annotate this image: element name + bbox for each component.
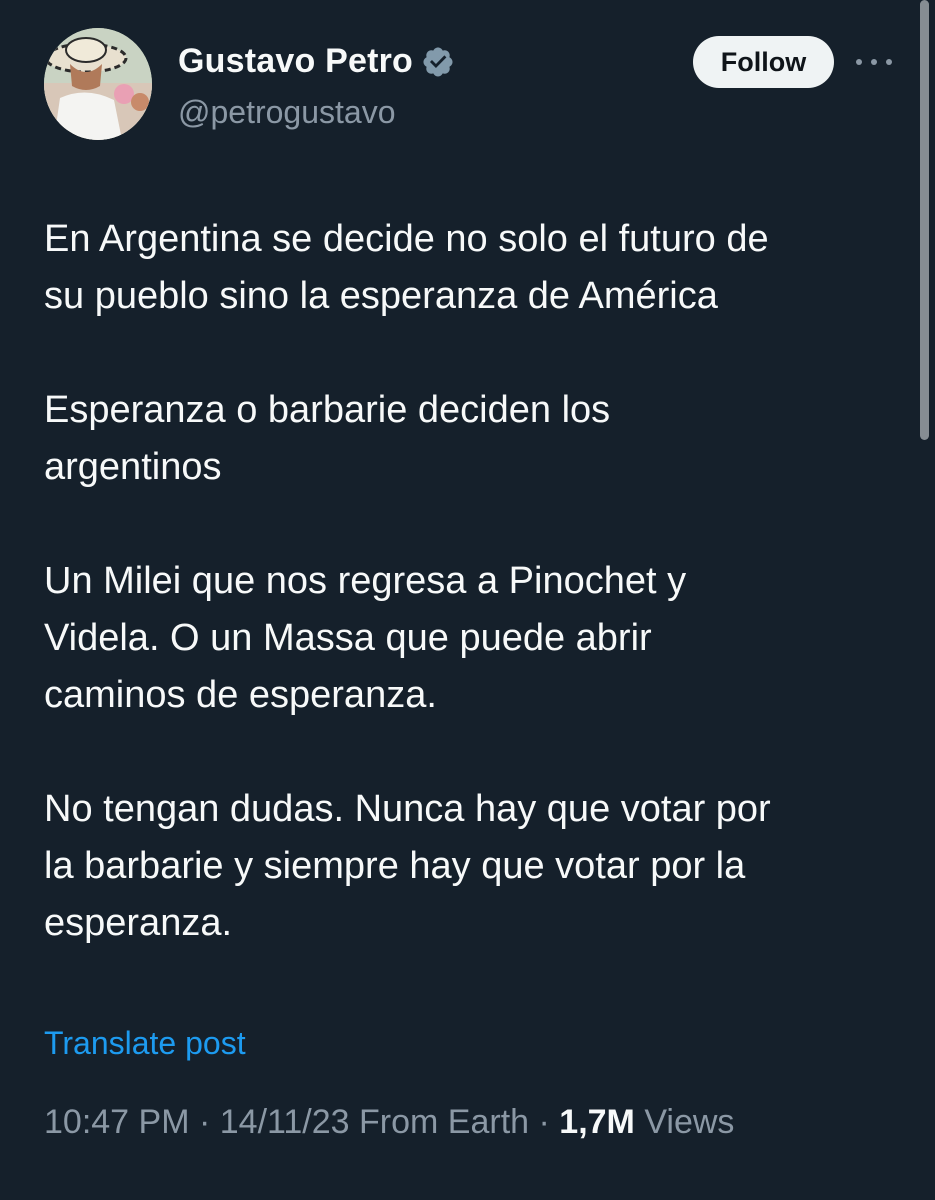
tweet-paragraph: Un Milei que nos regresa a Pinochet y Vi…	[44, 560, 687, 716]
views-label: Views	[644, 1103, 735, 1141]
more-options-icon[interactable]	[856, 46, 892, 78]
author-name-row: Gustavo Petro	[178, 42, 455, 81]
tweet-metadata: 10:47 PM · 14/11/23 From Earth · 1,7M Vi…	[44, 1103, 734, 1142]
translate-post-link[interactable]: Translate post	[44, 1025, 246, 1062]
tweet-paragraph: Esperanza o barbarie deciden los argenti…	[44, 389, 611, 488]
follow-button[interactable]: Follow	[693, 36, 834, 88]
views-count: 1,7M	[559, 1103, 635, 1141]
tweet-paragraph: No tengan dudas. Nunca hay que votar por…	[44, 788, 771, 944]
more-dot	[871, 59, 877, 65]
scrollbar[interactable]	[920, 0, 929, 440]
more-dot	[886, 59, 892, 65]
tweet-date[interactable]: 14/11/23	[220, 1103, 350, 1141]
tweet-time[interactable]: 10:47 PM	[44, 1103, 190, 1141]
tweet-paragraph: En Argentina se decide no solo el futuro…	[44, 218, 769, 317]
author-display-name[interactable]: Gustavo Petro	[178, 42, 413, 81]
avatar[interactable]	[44, 28, 152, 140]
author-handle[interactable]: @petrogustavo	[178, 94, 396, 131]
meta-separator: ·	[189, 1103, 220, 1141]
tweet-source: From Earth	[359, 1103, 530, 1141]
avatar-image	[44, 28, 152, 140]
more-dot	[856, 59, 862, 65]
verified-badge-icon	[421, 45, 455, 79]
tweet-text: En Argentina se decide no solo el futuro…	[44, 211, 904, 1009]
meta-separator: ·	[529, 1103, 560, 1141]
tweet-header: Gustavo Petro @petrogustavo Follow	[44, 28, 894, 146]
